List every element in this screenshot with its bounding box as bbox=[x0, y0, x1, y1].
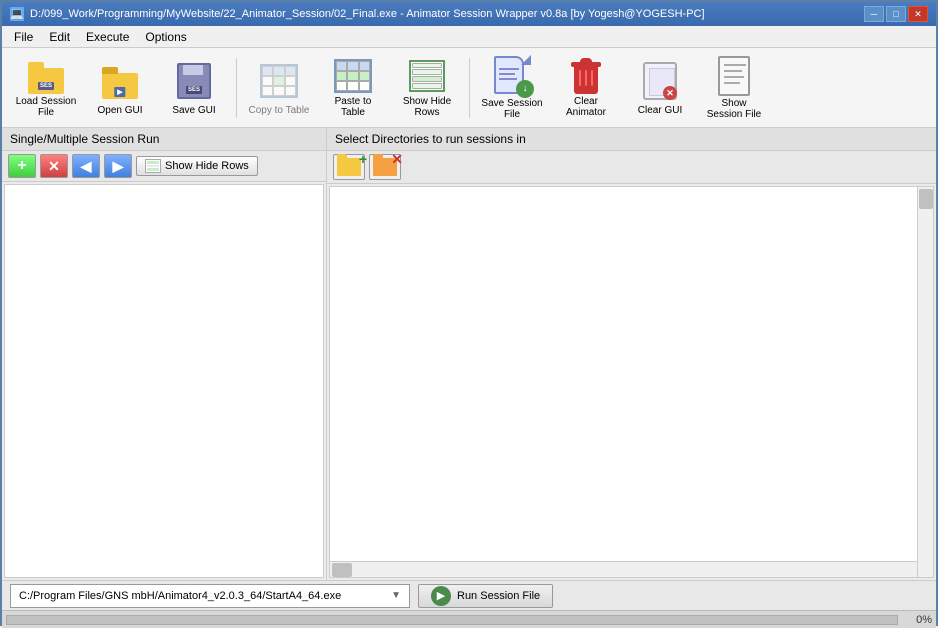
menu-file[interactable]: File bbox=[6, 28, 41, 46]
show-hide-icon bbox=[145, 159, 161, 173]
left-add-button[interactable]: + bbox=[8, 154, 36, 178]
clear-animator-label: Clear Animator bbox=[555, 96, 617, 118]
title-bar: 💻 D:/099_Work/Programming/MyWebsite/22_A… bbox=[2, 2, 936, 26]
menu-execute[interactable]: Execute bbox=[78, 28, 137, 46]
left-remove-button[interactable]: ✕ bbox=[40, 154, 68, 178]
show-session-file-button[interactable]: Show Session File bbox=[698, 53, 770, 123]
bottom-scrollbar[interactable] bbox=[330, 561, 917, 577]
open-gui-icon: ▶ bbox=[98, 59, 142, 103]
copy-to-table-icon bbox=[257, 59, 301, 103]
toolbar-sep-1 bbox=[236, 58, 237, 118]
title-label: D:/099_Work/Programming/MyWebsite/22_Ani… bbox=[30, 8, 705, 20]
open-gui-label: Open GUI bbox=[97, 105, 142, 116]
status-bar: C:/Program Files/GNS mbH/Animator4_v2.0.… bbox=[2, 580, 936, 610]
right-panel-header: Select Directories to run sessions in bbox=[327, 128, 936, 151]
save-gui-button[interactable]: SES Save GUI bbox=[158, 53, 230, 123]
progress-text: 0% bbox=[902, 614, 932, 626]
save-session-icon: ↓ bbox=[490, 56, 534, 96]
right-panel: Select Directories to run sessions in + bbox=[327, 128, 936, 580]
save-session-file-button[interactable]: ↓ Save Session File bbox=[476, 53, 548, 123]
left-move-left-button[interactable]: ◀ bbox=[72, 154, 100, 178]
load-session-icon: SES bbox=[24, 58, 68, 94]
left-panel: Single/Multiple Session Run + ✕ ◀ ▶ bbox=[2, 128, 327, 580]
title-text: 💻 D:/099_Work/Programming/MyWebsite/22_A… bbox=[10, 7, 705, 21]
show-hide-rows-button[interactable]: Show Hide Rows bbox=[391, 53, 463, 123]
clear-gui-icon: ✕ bbox=[638, 59, 682, 103]
left-panel-header: Single/Multiple Session Run bbox=[2, 128, 326, 151]
menu-bar: File Edit Execute Options bbox=[2, 26, 936, 48]
left-panel-toolbar: + ✕ ◀ ▶ Show Hide Rows bbox=[2, 151, 326, 182]
scrollbar-thumb[interactable] bbox=[919, 189, 933, 209]
clear-animator-icon bbox=[564, 58, 608, 94]
copy-to-table-button[interactable]: Copy to Table bbox=[243, 53, 315, 123]
show-session-file-icon bbox=[712, 56, 756, 96]
show-hide-rows-left-label: Show Hide Rows bbox=[165, 160, 249, 172]
save-gui-icon: SES bbox=[172, 59, 216, 103]
h-scrollbar-thumb[interactable] bbox=[332, 563, 352, 577]
run-button-label: Run Session File bbox=[457, 590, 540, 602]
progress-bar bbox=[6, 615, 898, 625]
copy-to-table-label: Copy to Table bbox=[249, 105, 310, 116]
remove-directory-button[interactable]: ✕ bbox=[369, 154, 401, 180]
dropdown-arrow-icon: ▼ bbox=[391, 590, 401, 601]
minimize-button[interactable]: ─ bbox=[864, 6, 884, 22]
add-directory-button[interactable]: + bbox=[333, 154, 365, 180]
menu-edit[interactable]: Edit bbox=[41, 28, 78, 46]
right-panel-content[interactable] bbox=[329, 186, 934, 578]
right-scrollbar[interactable] bbox=[917, 187, 933, 577]
load-session-button[interactable]: SES Load Session File bbox=[10, 53, 82, 123]
paste-to-table-icon bbox=[331, 58, 375, 94]
exe-path-text: C:/Program Files/GNS mbH/Animator4_v2.0.… bbox=[19, 590, 341, 602]
panels: Single/Multiple Session Run + ✕ ◀ ▶ bbox=[2, 128, 936, 580]
progress-bar-area: 0% bbox=[2, 610, 936, 628]
maximize-button[interactable]: □ bbox=[886, 6, 906, 22]
run-icon: ▶ bbox=[431, 586, 451, 606]
paste-to-table-label: Paste to Table bbox=[322, 96, 384, 118]
exe-path-dropdown[interactable]: C:/Program Files/GNS mbH/Animator4_v2.0.… bbox=[10, 584, 410, 608]
show-hide-rows-label: Show Hide Rows bbox=[396, 96, 458, 118]
left-show-hide-button[interactable]: Show Hide Rows bbox=[136, 156, 258, 176]
left-move-right-button[interactable]: ▶ bbox=[104, 154, 132, 178]
toolbar: SES Load Session File ▶ Open GUI SES Sav… bbox=[2, 48, 936, 128]
clear-gui-label: Clear GUI bbox=[638, 105, 682, 116]
save-session-file-label: Save Session File bbox=[481, 98, 543, 120]
menu-options[interactable]: Options bbox=[137, 28, 194, 46]
run-session-file-button[interactable]: ▶ Run Session File bbox=[418, 584, 553, 608]
paste-to-table-button[interactable]: Paste to Table bbox=[317, 53, 389, 123]
show-hide-rows-icon bbox=[405, 58, 449, 94]
window-controls: ─ □ ✕ bbox=[864, 6, 928, 22]
load-session-label: Load Session File bbox=[15, 96, 77, 118]
clear-gui-button[interactable]: ✕ Clear GUI bbox=[624, 53, 696, 123]
save-gui-label: Save GUI bbox=[172, 105, 215, 116]
toolbar-sep-2 bbox=[469, 58, 470, 118]
app-icon: 💻 bbox=[10, 7, 24, 21]
show-session-file-label: Show Session File bbox=[703, 98, 765, 120]
left-panel-content bbox=[4, 184, 324, 578]
right-panel-toolbar: + ✕ bbox=[327, 151, 936, 184]
main-content: Single/Multiple Session Run + ✕ ◀ ▶ bbox=[2, 128, 936, 580]
close-button[interactable]: ✕ bbox=[908, 6, 928, 22]
clear-animator-button[interactable]: Clear Animator bbox=[550, 53, 622, 123]
open-gui-button[interactable]: ▶ Open GUI bbox=[84, 53, 156, 123]
